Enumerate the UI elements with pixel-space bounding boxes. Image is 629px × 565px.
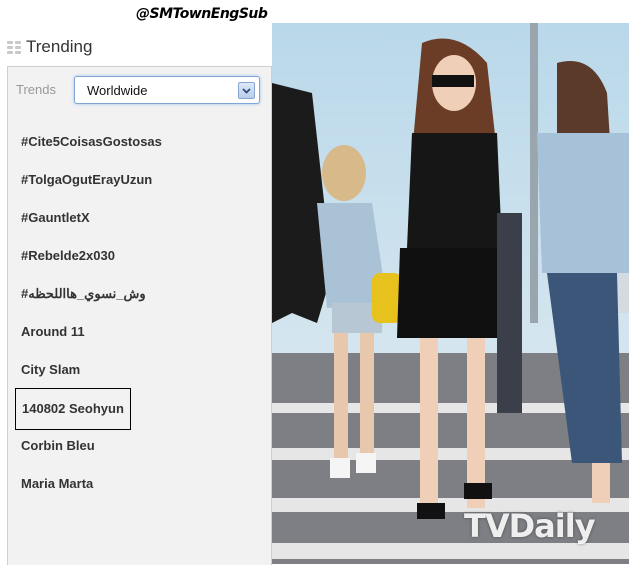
trend-link[interactable]: Corbin Bleu [20,427,96,465]
panel-title: Trending [26,37,93,56]
tvdaily-logo: TVDaily [464,507,596,545]
trend-link[interactable]: #TolgaOgutErayUzun [20,161,153,199]
trend-link[interactable]: #Rebelde2x030 [20,237,116,275]
trend-link[interactable]: #Cite5CoisasGostosas [20,123,163,161]
location-value: Worldwide [87,83,148,98]
trend-link[interactable]: City Slam [20,351,81,389]
trend-link[interactable]: #وش_نسوي_هااللحظه [20,275,147,313]
trend-link-highlighted[interactable]: 140802 Seohyun [15,388,131,430]
trend-link[interactable]: #GauntletX [20,199,91,237]
trending-header: Trending [0,30,272,64]
dropdown-button[interactable] [238,82,255,99]
location-dropdown[interactable]: Worldwide [74,76,260,104]
trends-panel: Trends Worldwide #Cite5CoisasGostosas #T… [7,66,272,565]
photo-illustration [272,23,629,564]
trending-icon [7,41,21,54]
trend-link[interactable]: Maria Marta [20,465,94,503]
trend-link[interactable]: Around 11 [20,313,86,351]
watermark-text: @SMTownEngSub [136,6,268,22]
chevron-down-icon [242,88,251,94]
trends-label: Trends [16,82,56,97]
news-photo: TVDaily [272,23,629,564]
